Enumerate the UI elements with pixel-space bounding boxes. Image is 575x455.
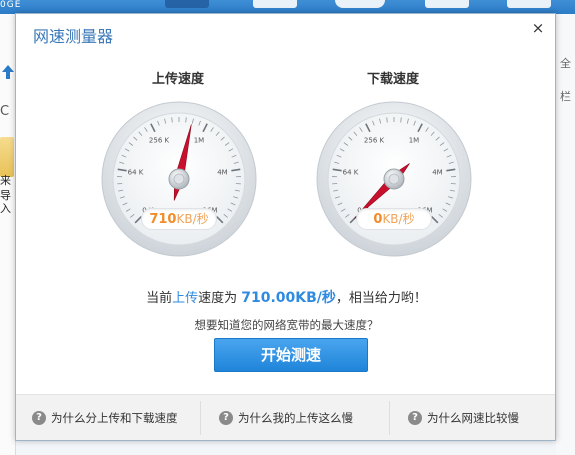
faq-link-label: 为什么我的上传这么慢 — [238, 411, 353, 425]
dialog-title: 网速测量器 — [33, 27, 114, 46]
download-scale-label: 4M — [432, 169, 443, 177]
download-speed-title: 下载速度 — [366, 72, 419, 87]
upload-gauge: 0 K64 K256 K1M4M16M — [100, 100, 258, 258]
background-right-text-1: 全 — [560, 57, 571, 70]
faq-link-slow-network[interactable]: ? 为什么网速比较慢 — [408, 395, 553, 441]
background-right-panel — [556, 14, 575, 455]
background-right-text-2: 栏 — [560, 90, 571, 103]
refresh-glyph: C — [0, 104, 10, 119]
speed-summary: 当前上传速度为 710.00KB/秒，相当给力哟！ — [16, 287, 557, 307]
upload-hub-cap — [173, 173, 185, 185]
download-scale-label: 256 K — [364, 136, 385, 144]
summary-suffix: ，相当给力哟！ — [335, 291, 427, 306]
question-mark-icon: ? — [408, 410, 422, 425]
max-speed-question: 想要知道您的网络宽带的最大速度？ — [194, 318, 379, 332]
download-readout-unit: KB/秒 — [382, 212, 415, 226]
upload-scale-label: 64 K — [128, 169, 144, 177]
upload-readout-value: 710 — [149, 212, 177, 227]
summary-prefix: 当前 — [146, 291, 173, 306]
download-scale-label: 64 K — [343, 169, 359, 177]
summary-middle: 速度为 — [198, 291, 238, 306]
question-mark-icon: ? — [219, 410, 233, 425]
background-left-text-1: 来 — [0, 174, 11, 187]
upload-scale-label: 256 K — [149, 136, 170, 144]
upload-scale-label: 4M — [217, 169, 228, 177]
upload-readout-unit: KB/秒 — [176, 212, 209, 226]
summary-direction: 上传 — [172, 291, 199, 306]
upload-scale-label: 1M — [194, 136, 205, 144]
download-readout: 0KB/秒 — [356, 208, 432, 230]
faq-divider — [389, 401, 390, 435]
close-button[interactable]: × — [529, 19, 547, 37]
faq-link-upload-download[interactable]: ? 为什么分上传和下载速度 — [32, 395, 200, 441]
speed-test-dialog: 网速测量器 × 上传速度 0 K64 K256 K1M4M16M 710KB/秒… — [15, 13, 556, 441]
faq-link-label: 为什么分上传和下载速度 — [51, 411, 178, 425]
background-left-text-2: 导入 — [0, 189, 11, 215]
faq-footer: ? 为什么分上传和下载速度 ? 为什么我的上传这么慢 ? 为什么网速比较慢 — [16, 394, 555, 440]
download-gauge: 0 K64 K256 K1M4M16M — [315, 100, 473, 258]
faq-link-label: 为什么网速比较慢 — [427, 411, 519, 425]
download-scale-label: 1M — [409, 136, 420, 144]
download-gauge-svg: 0 K64 K256 K1M4M16M — [316, 101, 472, 257]
upload-speed-title: 上传速度 — [151, 72, 204, 87]
faq-divider — [200, 401, 201, 435]
background-toolbar: 0GE — [0, 0, 575, 14]
background-left-panel: C 来 导入 — [0, 14, 16, 455]
background-toolbar-text: 0GE — [0, 0, 22, 10]
upload-readout: 710KB/秒 — [141, 208, 217, 230]
start-test-button[interactable]: 开始测速 — [214, 338, 368, 372]
up-arrow-icon — [2, 65, 14, 79]
question-mark-icon: ? — [32, 410, 46, 425]
upload-gauge-svg: 0 K64 K256 K1M4M16M — [101, 101, 257, 257]
folder-icon — [0, 137, 14, 177]
summary-value: 710.00KB/秒 — [241, 290, 336, 306]
faq-link-slow-upload[interactable]: ? 为什么我的上传这么慢 — [219, 395, 389, 441]
download-hub-cap — [388, 173, 400, 185]
